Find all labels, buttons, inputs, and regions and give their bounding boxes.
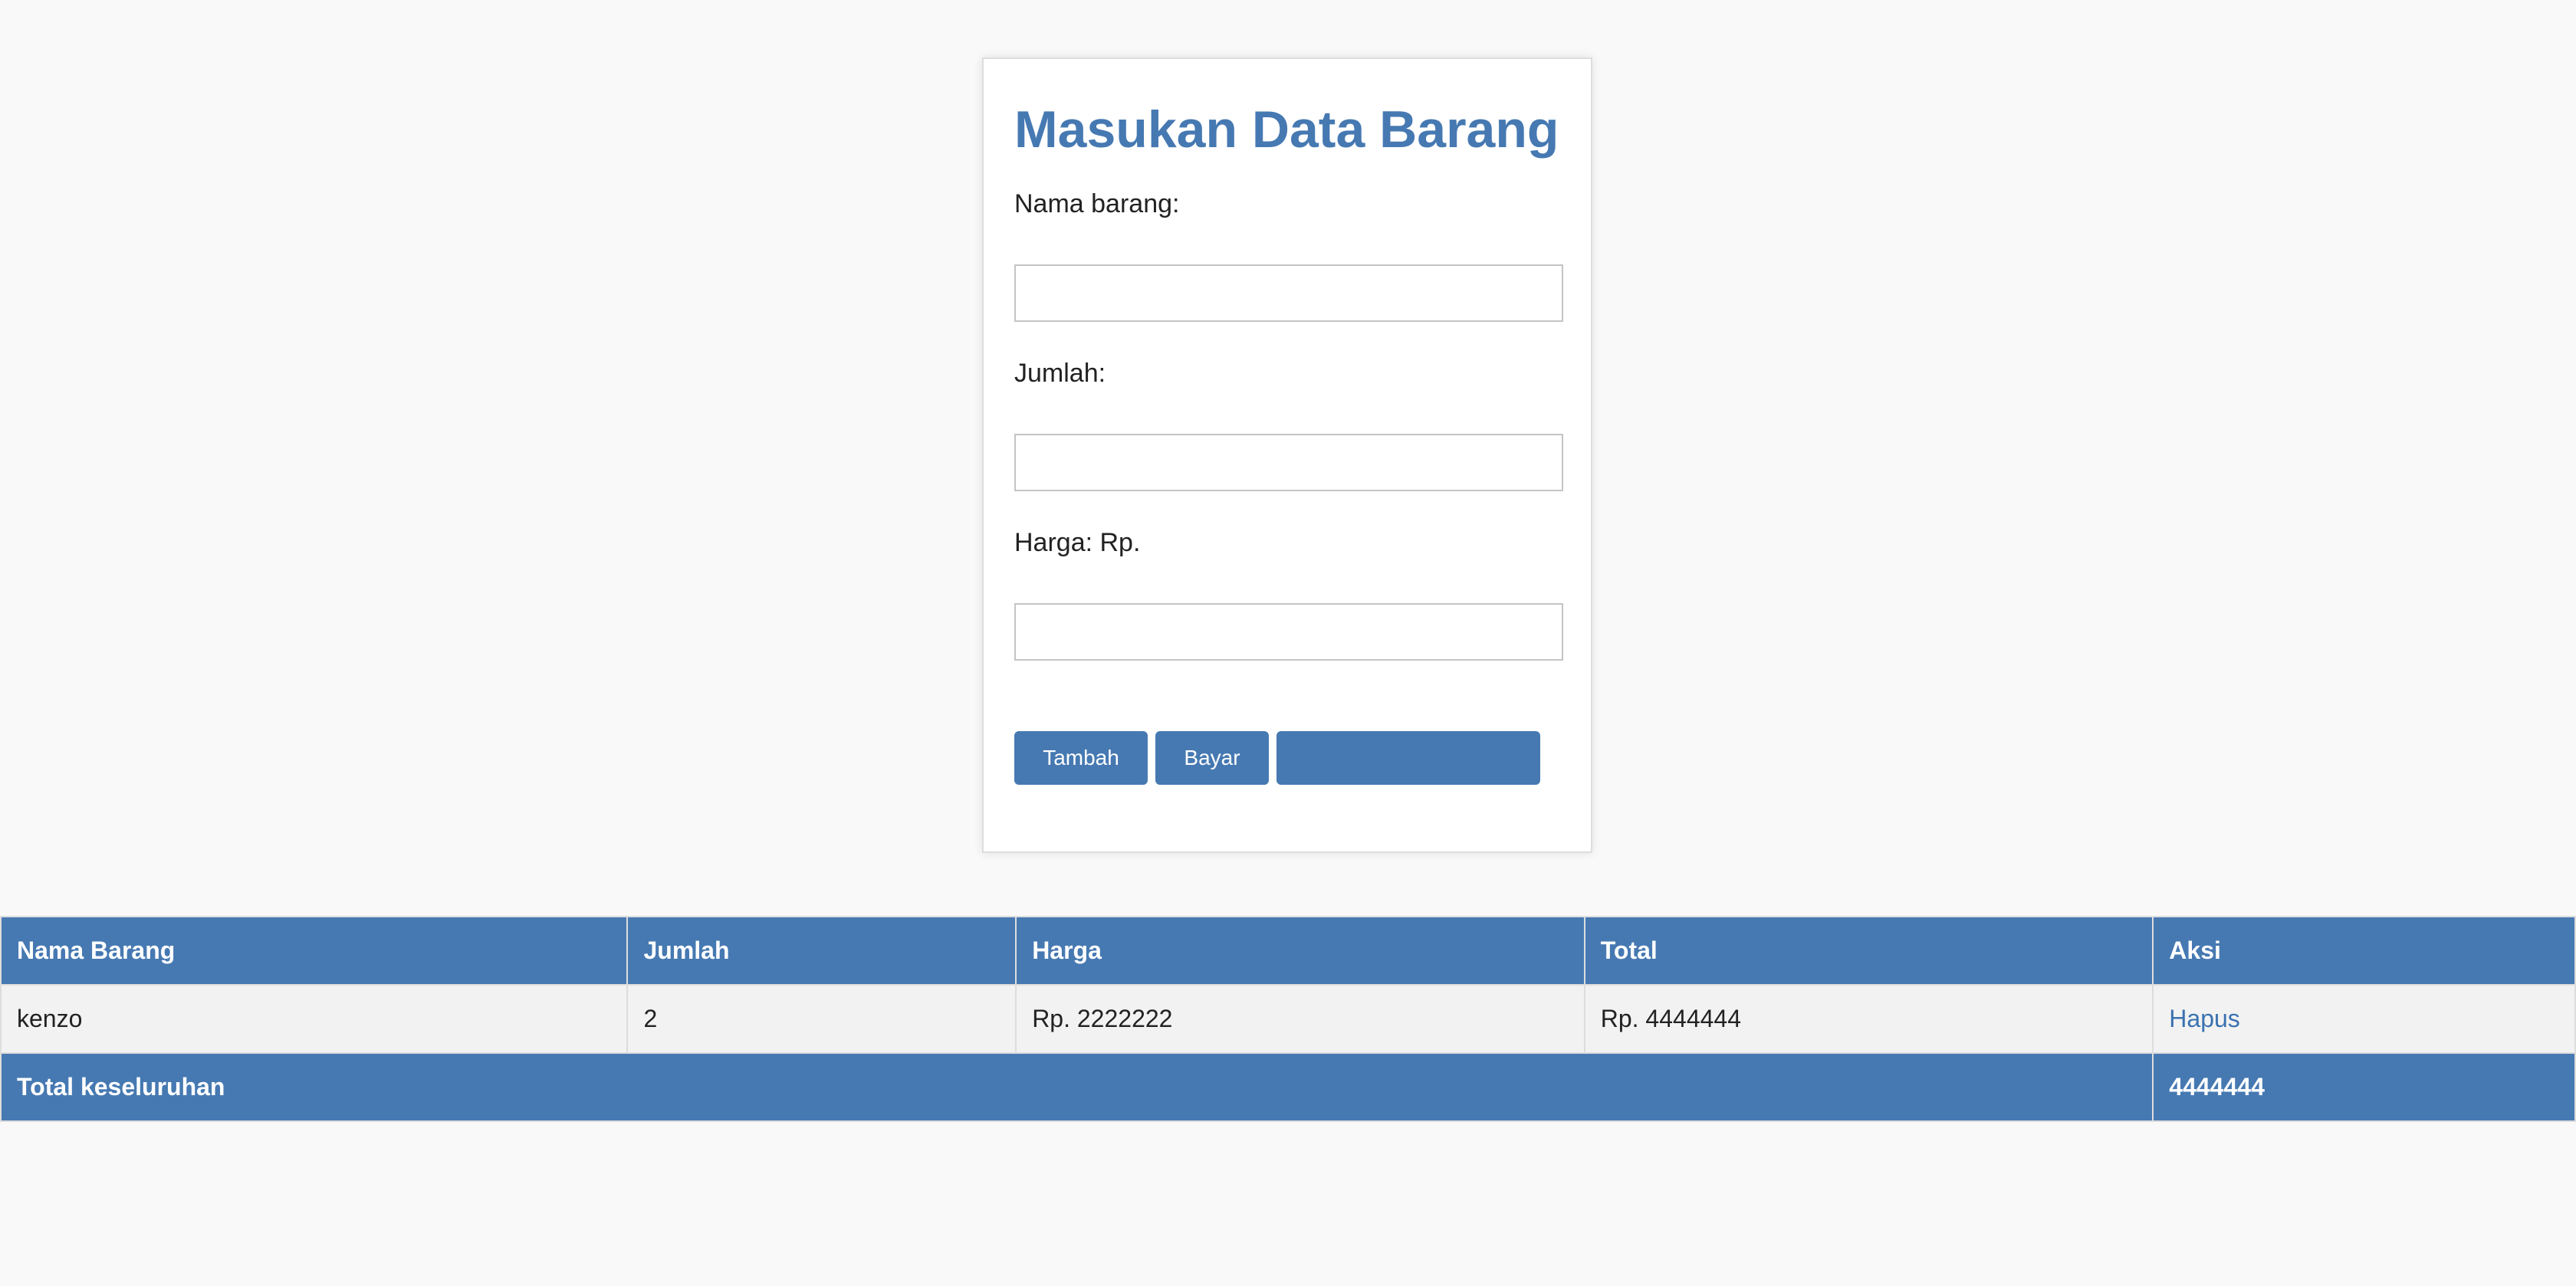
button-row: Tambah Bayar <box>1014 730 1560 785</box>
tambah-button[interactable]: Tambah <box>1014 730 1148 785</box>
data-entry-form: Masukan Data Barang Nama barang: Jumlah:… <box>982 57 1592 853</box>
table-header-row: Nama Barang Jumlah Harga Total Aksi <box>0 916 2576 986</box>
unlabeled-button[interactable] <box>1276 730 1540 785</box>
header-nama-barang: Nama Barang <box>0 916 629 986</box>
total-value: 4444444 <box>2152 1052 2576 1122</box>
total-label: Total keseluruhan <box>0 1052 2154 1122</box>
bayar-button[interactable]: Bayar <box>1155 730 1269 785</box>
cell-total: Rp. 4444444 <box>1583 984 2154 1054</box>
harga-label: Harga: Rp. <box>1014 527 1141 557</box>
items-table: Nama Barang Jumlah Harga Total Aksi kenz… <box>0 916 2576 1122</box>
cell-nama-barang: kenzo <box>0 984 629 1054</box>
header-total: Total <box>1583 916 2154 986</box>
header-aksi: Aksi <box>2152 916 2576 986</box>
nama-barang-label: Nama barang: <box>1014 189 1180 218</box>
header-harga: Harga <box>1015 916 1585 986</box>
jumlah-label: Jumlah: <box>1014 358 1106 388</box>
cell-jumlah: 2 <box>626 984 1017 1054</box>
total-row: Total keseluruhan 4444444 <box>0 1052 2576 1122</box>
header-jumlah: Jumlah <box>626 916 1017 986</box>
table-row: kenzo 2 Rp. 2222222 Rp. 4444444 Hapus <box>0 984 2576 1054</box>
jumlah-input[interactable] <box>1014 433 1563 491</box>
form-title: Masukan Data Barang <box>1014 100 1559 159</box>
nama-barang-input[interactable] <box>1014 264 1563 322</box>
cell-aksi: Hapus <box>2152 984 2576 1054</box>
hapus-link[interactable]: Hapus <box>2169 1005 2240 1032</box>
harga-input[interactable] <box>1014 602 1563 661</box>
cell-harga: Rp. 2222222 <box>1015 984 1585 1054</box>
